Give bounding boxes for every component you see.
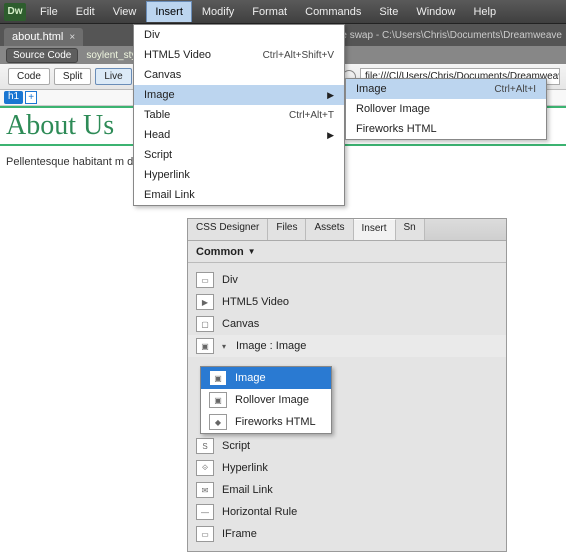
document-tab-about[interactable]: about.html × bbox=[4, 28, 83, 46]
menu-window[interactable]: Window bbox=[408, 2, 463, 22]
image-icon: ▣ bbox=[209, 370, 227, 386]
menu-edit[interactable]: Edit bbox=[68, 2, 103, 22]
tag-h1[interactable]: h1 bbox=[4, 91, 23, 104]
menu-modify[interactable]: Modify bbox=[194, 2, 242, 22]
menu-file[interactable]: File bbox=[32, 2, 66, 22]
expand-chevron-icon[interactable]: ▾ bbox=[222, 342, 228, 351]
document-tab-label: about.html bbox=[12, 31, 63, 43]
panel-item-hyperlink[interactable]: ⟐Hyperlink bbox=[188, 457, 506, 479]
panel-tabstrip: CSS Designer Files Assets Insert Sn bbox=[188, 219, 506, 241]
submenu-image[interactable]: ImageCtrl+Alt+I bbox=[346, 79, 546, 99]
window-title-fragment: age swap - C:\Users\Chris\Documents\Drea… bbox=[330, 24, 566, 46]
panel-item-image[interactable]: ▣▾Image : Image bbox=[188, 335, 506, 357]
add-element-icon[interactable]: + bbox=[25, 91, 37, 104]
menu-help[interactable]: Help bbox=[465, 2, 504, 22]
element-tag-chip: h1 + bbox=[4, 91, 37, 104]
panel-image-popup: ▣Image ▣Rollover Image ◆Fireworks HTML bbox=[200, 366, 332, 434]
image-submenu: ImageCtrl+Alt+I Rollover Image Fireworks… bbox=[345, 78, 547, 140]
menuitem-head[interactable]: Head▶ bbox=[134, 125, 344, 145]
image-icon: ▣ bbox=[196, 338, 214, 354]
panel-item-email-link[interactable]: ✉Email Link bbox=[188, 479, 506, 501]
menuitem-canvas[interactable]: Canvas bbox=[134, 65, 344, 85]
video-icon: ▶ bbox=[196, 294, 214, 310]
submenu-rollover-image[interactable]: Rollover Image bbox=[346, 99, 546, 119]
app-logo-dreamweaver: Dw bbox=[4, 3, 26, 21]
canvas-icon: ▢ bbox=[196, 316, 214, 332]
link-icon: ⟐ bbox=[196, 460, 214, 476]
tab-files[interactable]: Files bbox=[268, 219, 306, 240]
source-code-pill[interactable]: Source Code bbox=[6, 48, 78, 63]
popup-image[interactable]: ▣Image bbox=[201, 367, 331, 389]
chevron-right-icon: ▶ bbox=[327, 90, 334, 101]
menuitem-image[interactable]: Image▶ bbox=[134, 85, 344, 105]
tab-insert[interactable]: Insert bbox=[354, 219, 396, 240]
live-button[interactable]: Live bbox=[95, 68, 131, 85]
panel-item-div[interactable]: ▭Div bbox=[188, 269, 506, 291]
iframe-icon: ▭ bbox=[196, 526, 214, 542]
close-icon[interactable]: × bbox=[69, 32, 75, 43]
menuitem-email-link[interactable]: Email Link bbox=[134, 185, 344, 205]
chevron-down-icon: ▼ bbox=[248, 247, 256, 256]
page-title: About Us bbox=[6, 110, 114, 142]
panel-item-html5-video[interactable]: ▶HTML5 Video bbox=[188, 291, 506, 313]
script-icon: S bbox=[196, 438, 214, 454]
tab-assets[interactable]: Assets bbox=[306, 219, 353, 240]
menuitem-table[interactable]: TableCtrl+Alt+T bbox=[134, 105, 344, 125]
menu-view[interactable]: View bbox=[105, 2, 145, 22]
menu-format[interactable]: Format bbox=[244, 2, 295, 22]
panel-category-label: Common bbox=[196, 246, 244, 258]
panel-item-script[interactable]: SScript bbox=[188, 435, 506, 457]
panel-item-canvas[interactable]: ▢Canvas bbox=[188, 313, 506, 335]
div-icon: ▭ bbox=[196, 272, 214, 288]
hr-icon: ― bbox=[196, 504, 214, 520]
menuitem-html5-video[interactable]: HTML5 VideoCtrl+Alt+Shift+V bbox=[134, 45, 344, 65]
menu-commands[interactable]: Commands bbox=[297, 2, 369, 22]
menu-site[interactable]: Site bbox=[371, 2, 406, 22]
panel-item-horizontal-rule[interactable]: ―Horizontal Rule bbox=[188, 501, 506, 523]
menu-insert[interactable]: Insert bbox=[146, 1, 192, 22]
panel-category-selector[interactable]: Common ▼ bbox=[188, 241, 506, 263]
fireworks-icon: ◆ bbox=[209, 414, 227, 430]
rollover-icon: ▣ bbox=[209, 392, 227, 408]
popup-fireworks-html[interactable]: ◆Fireworks HTML bbox=[201, 411, 331, 433]
insert-menu-dropdown: Div HTML5 VideoCtrl+Alt+Shift+V Canvas I… bbox=[133, 24, 345, 206]
submenu-fireworks-html[interactable]: Fireworks HTML bbox=[346, 119, 546, 139]
menu-bar: Dw File Edit View Insert Modify Format C… bbox=[0, 0, 566, 24]
popup-rollover-image[interactable]: ▣Rollover Image bbox=[201, 389, 331, 411]
tab-css-designer[interactable]: CSS Designer bbox=[188, 219, 268, 240]
menuitem-div[interactable]: Div bbox=[134, 25, 344, 45]
mail-icon: ✉ bbox=[196, 482, 214, 498]
panel-item-iframe[interactable]: ▭IFrame bbox=[188, 523, 506, 545]
chevron-right-icon: ▶ bbox=[327, 130, 334, 141]
tab-snippets-truncated[interactable]: Sn bbox=[396, 219, 425, 240]
menuitem-hyperlink[interactable]: Hyperlink bbox=[134, 165, 344, 185]
menuitem-script[interactable]: Script bbox=[134, 145, 344, 165]
split-button[interactable]: Split bbox=[54, 68, 91, 85]
code-button[interactable]: Code bbox=[8, 68, 50, 85]
